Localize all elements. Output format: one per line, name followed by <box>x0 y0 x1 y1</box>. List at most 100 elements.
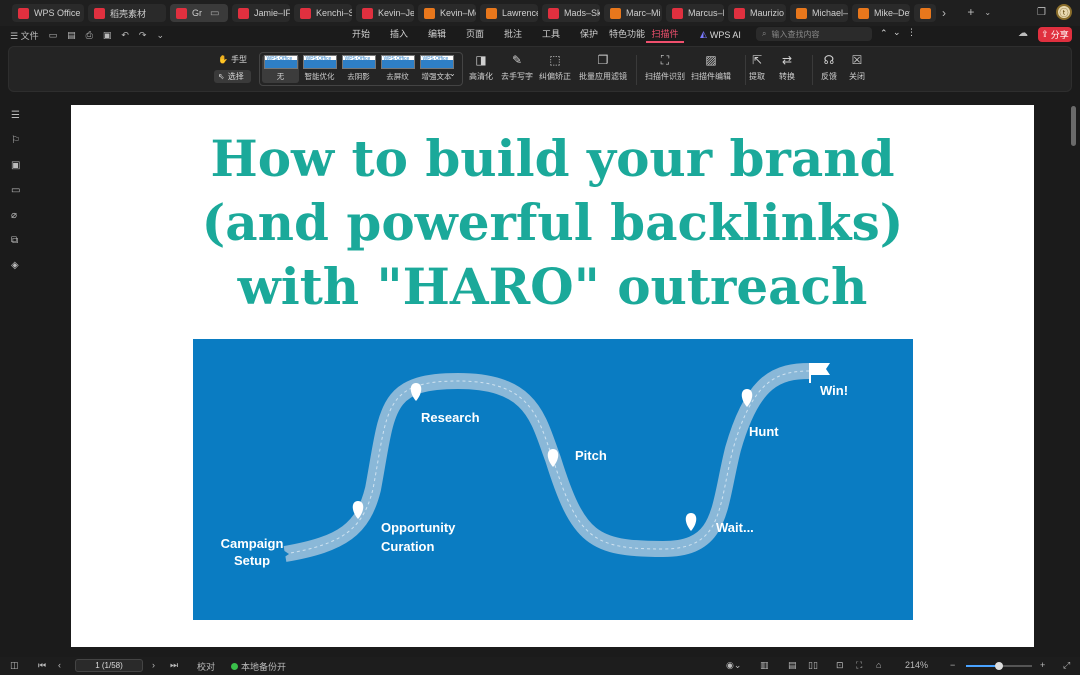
menu-item[interactable]: 页面 <box>456 27 494 43</box>
proofread-button[interactable]: 校对 <box>197 660 215 673</box>
select-tool-button[interactable]: ⇖ 选择 <box>214 70 251 83</box>
print-preview-icon[interactable]: ▣ <box>103 30 112 41</box>
image-icon[interactable]: ▣ <box>11 160 20 171</box>
tab-item[interactable]: Lawrence <box>480 4 538 22</box>
first-page-icon[interactable]: ⏮ <box>38 660 46 671</box>
zoom-slider[interactable] <box>966 662 1032 670</box>
filter-option[interactable]: WPS Office 去阴影 <box>340 55 377 83</box>
hamburger-icon[interactable]: ☰ 文件 <box>10 29 39 42</box>
close-tab-icon[interactable]: ✕ <box>227 8 228 19</box>
menu-item[interactable]: 工具 <box>532 27 570 43</box>
reading-mode-icon[interactable]: ⌂ <box>876 660 881 670</box>
fullscreen-icon[interactable]: ⤢ <box>1063 660 1070 671</box>
tab-item[interactable]: Mike–Dev <box>852 4 910 22</box>
last-page-icon[interactable]: ⏭ <box>170 660 178 671</box>
avatar[interactable]: ⓣ <box>1056 4 1072 20</box>
single-page-view-icon[interactable]: ▥ <box>760 660 769 671</box>
comment-icon[interactable]: ▭ <box>11 185 20 196</box>
filter-option[interactable]: WPS Office 智能优化 <box>301 55 338 83</box>
document-icon <box>796 7 807 19</box>
zoom-level[interactable]: 214% <box>905 660 928 670</box>
tab-item[interactable]: Kenchi–S <box>294 4 352 22</box>
tab-item[interactable]: Maurizio <box>728 4 786 22</box>
prev-page-icon[interactable]: ‹ <box>58 660 61 670</box>
search-input[interactable]: ⌕ 输入查找内容 <box>756 27 872 41</box>
next-page-icon[interactable]: › <box>152 660 155 670</box>
menu-item[interactable]: 扫描件 <box>646 27 684 43</box>
close-button[interactable]: ☒ 关闭 <box>849 53 865 82</box>
document-icon <box>610 7 621 19</box>
more-tabs-icon[interactable]: › <box>942 6 946 20</box>
tab-item[interactable]: Kevin–Me <box>418 4 476 22</box>
hand-tool-button[interactable]: ✋ 手型 <box>214 53 251 66</box>
tab-item[interactable]: Gr ▭ ✕ <box>170 4 228 22</box>
feedback-button[interactable]: ☊ 反馈 <box>821 53 837 82</box>
convert-button[interactable]: ⇄ 转换 <box>779 53 795 82</box>
share-icon: ⇪ <box>1041 29 1049 39</box>
ocr-button[interactable]: ⛶ 扫描件识别 <box>645 53 685 82</box>
file-menu-label[interactable]: 文件 <box>21 31 39 41</box>
tab-item[interactable]: Michael– <box>790 4 848 22</box>
menu-item[interactable]: 保护 <box>570 27 608 43</box>
erase-handwriting-button[interactable]: ✎ 去手写字 <box>501 53 533 82</box>
outline-icon[interactable]: ☰ <box>11 110 20 121</box>
filter-option[interactable]: WPS Office 去屏纹 <box>379 55 416 83</box>
attachment-icon[interactable]: ⌀ <box>11 210 17 221</box>
more-options-icon[interactable]: ⋮ <box>907 27 916 38</box>
filter-gallery-expand-icon[interactable]: ⌄ <box>449 69 456 78</box>
tab-item[interactable]: M <box>914 4 936 22</box>
document-icon <box>672 7 683 19</box>
fit-page-icon[interactable]: ⛶ <box>856 660 862 671</box>
tab-item[interactable]: Kevin–Je <box>356 4 414 22</box>
copy-icon[interactable]: ⧉ <box>11 235 18 246</box>
document-icon <box>238 7 249 19</box>
tab-item[interactable]: Marcus–I <box>666 4 724 22</box>
tab-label: Mads–Sk <box>564 8 600 18</box>
cloud-sync-icon[interactable]: ☁ <box>1018 28 1028 39</box>
eye-icon[interactable]: ◉⌄ <box>726 660 741 671</box>
chevron-down-icon[interactable]: ⌄ <box>893 27 901 38</box>
redo-icon[interactable]: ↷ <box>139 30 147 41</box>
wps-ai-button[interactable]: ◭ WPS AI <box>700 29 741 40</box>
print-icon[interactable]: ⎙ <box>86 30 93 41</box>
menu-item[interactable]: 批注 <box>494 27 532 43</box>
scan-edit-button[interactable]: ▨ 扫描件编辑 <box>691 53 731 82</box>
bookmark-icon[interactable]: ⚐ <box>11 135 20 146</box>
new-tab-icon[interactable]: + <box>967 5 974 19</box>
chevron-up-icon[interactable]: ⌃ <box>880 28 888 39</box>
zoom-out-icon[interactable]: − <box>950 660 955 670</box>
toggle-sidebar-icon[interactable]: ◫ <box>10 660 19 671</box>
vertical-scrollbar[interactable] <box>1071 106 1076 146</box>
zoom-in-icon[interactable]: + <box>1040 660 1045 670</box>
restore-window-icon[interactable]: ❐ <box>1037 7 1046 18</box>
page-number-input[interactable]: 1 (1/58) <box>75 659 143 672</box>
batch-filter-button[interactable]: ❐ 批量应用滤镜 <box>579 53 627 82</box>
share-button[interactable]: ⇪ 分享 <box>1038 27 1072 42</box>
chevron-down-icon[interactable]: ⌄ <box>984 8 991 17</box>
zoom-slider-knob[interactable] <box>995 662 1003 670</box>
filter-option[interactable]: WPS Office 无 <box>262 55 299 83</box>
backup-status[interactable]: 本地备份开 <box>231 660 286 673</box>
tab-item[interactable]: Jamie–IF <box>232 4 290 22</box>
layers-icon[interactable]: ◈ <box>11 260 19 271</box>
filter-thumbnail: WPS Office <box>263 55 298 69</box>
open-folder-icon[interactable]: ▭ <box>49 30 58 41</box>
undo-icon[interactable]: ↶ <box>121 30 129 41</box>
tab-item[interactable]: Marc–Mi <box>604 4 662 22</box>
enhance-button[interactable]: ◨ 高清化 <box>469 53 493 82</box>
tab-item[interactable]: Mads–Sk <box>542 4 600 22</box>
fit-width-icon[interactable]: ⊡ <box>836 660 844 671</box>
menu-item[interactable]: 开始 <box>342 27 380 43</box>
more-chevron-icon[interactable]: ⌄ <box>156 30 164 41</box>
save-icon[interactable]: ▤ <box>67 30 76 41</box>
tab-item[interactable]: 稻壳素材 <box>88 4 166 22</box>
extract-button[interactable]: ⇱ 提取 <box>749 53 765 82</box>
deskew-button[interactable]: ⬚ 纠偏矫正 <box>539 53 571 82</box>
screen-icon[interactable]: ▭ <box>210 8 219 19</box>
menu-item[interactable]: 插入 <box>380 27 418 43</box>
continuous-view-icon[interactable]: ▤ <box>788 660 797 671</box>
menu-item[interactable]: 特色功能 <box>608 27 646 43</box>
tab-item[interactable]: WPS Office <box>12 4 84 22</box>
menu-item[interactable]: 编辑 <box>418 27 456 43</box>
two-page-view-icon[interactable]: ▯▯ <box>808 660 818 671</box>
